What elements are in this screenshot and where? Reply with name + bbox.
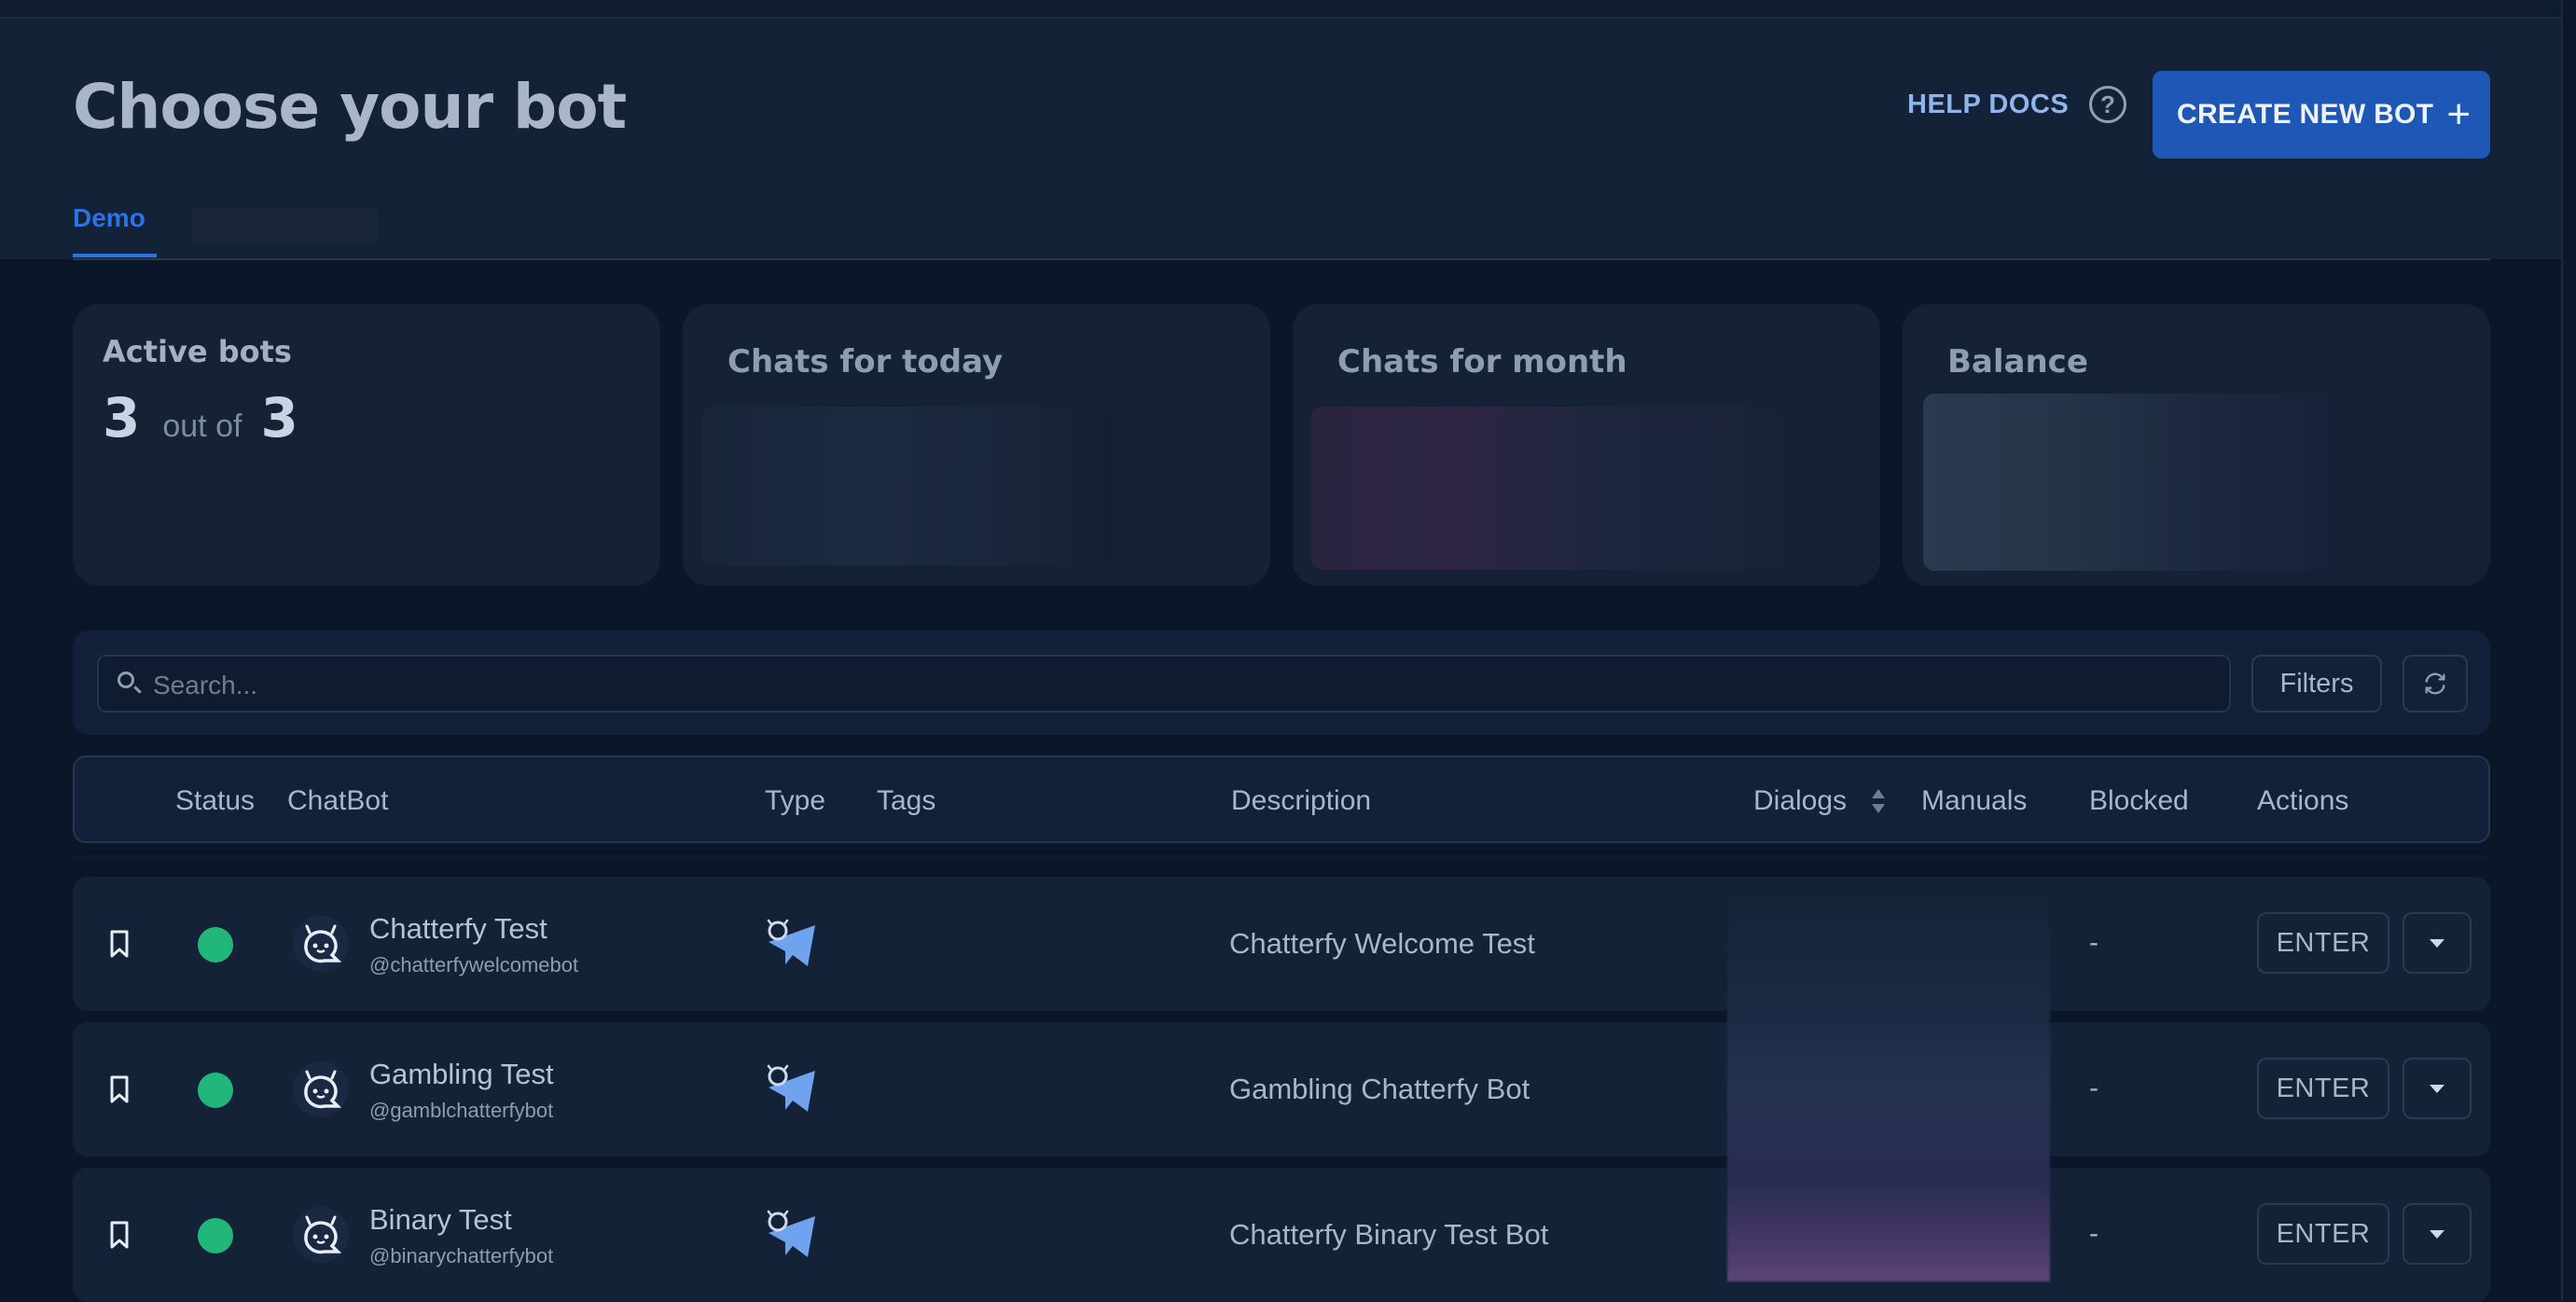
column-status: Status <box>175 785 256 816</box>
bot-handle: @binarychatterfybot <box>369 1244 554 1267</box>
row-menu-button[interactable] <box>2403 1058 2472 1119</box>
column-manuals: Manuals <box>1921 785 2028 816</box>
chats-month-title: Chats for month <box>1337 343 1627 381</box>
active-count-value: 3 <box>103 386 141 450</box>
active-bots-count: 3 out of 3 <box>103 386 298 450</box>
question-circle-icon[interactable]: ? <box>2089 86 2126 123</box>
chats-month-card: Chats for month <box>1293 304 1880 586</box>
bot-avatar-icon <box>293 916 349 972</box>
table-row: Binary Test @binarychatterfybot Chatterf… <box>73 1168 2490 1302</box>
active-bots-title: Active bots <box>103 334 292 369</box>
table-row: Gambling Test @gamblchatterfybot Gamblin… <box>73 1022 2490 1157</box>
search-icon <box>118 672 134 688</box>
bot-name[interactable]: Binary Test <box>369 1203 512 1237</box>
status-active-indicator <box>198 1073 233 1108</box>
sort-icon[interactable] <box>1871 787 1886 815</box>
column-tags: Tags <box>877 785 936 816</box>
filters-button[interactable]: Filters <box>2251 655 2382 713</box>
enter-button[interactable]: ENTER <box>2257 1058 2389 1119</box>
enter-button[interactable]: ENTER <box>2257 912 2389 974</box>
search-input[interactable] <box>151 666 2207 705</box>
dialogs-manuals-redacted <box>1727 895 2050 1281</box>
caret-down-icon <box>2430 1230 2444 1239</box>
plus-icon: + <box>2446 91 2472 137</box>
tab-active-indicator <box>73 254 157 257</box>
balance-redacted <box>1923 394 2334 571</box>
bot-name[interactable]: Chatterfy Test <box>369 912 547 946</box>
bot-avatar-icon <box>293 1207 349 1263</box>
caret-down-icon <box>2430 1085 2444 1093</box>
search-panel: Filters <box>73 630 2490 735</box>
bot-description: Gambling Chatterfy Bot <box>1229 1073 1530 1105</box>
chats-today-redacted <box>701 407 1112 565</box>
telegram-bot-icon <box>767 1210 815 1257</box>
chats-today-title: Chats for today <box>727 343 1004 381</box>
bookmark-icon[interactable] <box>108 929 131 959</box>
bot-name[interactable]: Gambling Test <box>369 1058 554 1091</box>
column-chatbot: ChatBot <box>287 785 389 816</box>
blocked-value: - <box>2089 1218 2098 1249</box>
balance-title: Balance <box>1947 343 2088 381</box>
bot-avatar-icon <box>293 1061 349 1117</box>
refresh-button[interactable] <box>2403 655 2468 713</box>
create-new-bot-button[interactable]: CREATE NEW BOT + <box>2153 71 2490 159</box>
caret-down-icon <box>2430 939 2444 948</box>
scrollbar-track[interactable] <box>2561 0 2576 1300</box>
bot-description: Chatterfy Welcome Test <box>1229 927 1535 960</box>
bookmark-icon[interactable] <box>108 1220 131 1250</box>
bot-handle: @gamblchatterfybot <box>369 1099 554 1122</box>
create-new-bot-label: CREATE NEW BOT <box>2177 99 2434 130</box>
row-menu-button[interactable] <box>2403 912 2472 974</box>
active-bots-card: Active bots 3 out of 3 <box>73 304 660 586</box>
bookmark-icon[interactable] <box>108 1074 131 1104</box>
refresh-icon <box>2425 672 2445 695</box>
enter-button[interactable]: ENTER <box>2257 1203 2389 1265</box>
active-count-total: 3 <box>260 386 298 450</box>
column-description: Description <box>1231 785 1372 816</box>
help-docs-link[interactable]: HELP DOCS <box>1907 90 2069 120</box>
column-actions: Actions <box>2257 785 2349 816</box>
row-menu-button[interactable] <box>2403 1203 2472 1265</box>
bot-description: Chatterfy Binary Test Bot <box>1229 1218 1549 1251</box>
chats-month-redacted <box>1311 407 1778 570</box>
column-type: Type <box>765 785 826 816</box>
column-blocked: Blocked <box>2089 785 2189 816</box>
search-box[interactable] <box>97 655 2231 713</box>
balance-card: Balance <box>1903 304 2490 586</box>
bot-handle: @chatterfywelcomebot <box>369 953 579 976</box>
status-active-indicator <box>198 1218 233 1254</box>
active-count-separator: out of <box>162 409 242 444</box>
tab-demo[interactable]: Demo <box>73 203 145 233</box>
chats-today-card: Chats for today <box>683 304 1270 586</box>
table-header-shadow <box>73 854 2490 860</box>
tabs-divider <box>73 258 2490 260</box>
tab-redacted <box>191 207 378 244</box>
telegram-bot-icon <box>767 1064 815 1112</box>
blocked-value: - <box>2089 927 2098 958</box>
telegram-bot-icon <box>767 919 815 966</box>
column-dialogs[interactable]: Dialogs <box>1753 785 1847 817</box>
page-title: Choose your bot <box>73 71 627 143</box>
table-row: Chatterfy Test @chatterfywelcomebot Chat… <box>73 877 2490 1011</box>
status-active-indicator <box>198 927 233 963</box>
header-divider <box>0 17 2561 19</box>
table-header: Status ChatBot Type Tags Description Dia… <box>73 755 2490 843</box>
blocked-value: - <box>2089 1073 2098 1103</box>
